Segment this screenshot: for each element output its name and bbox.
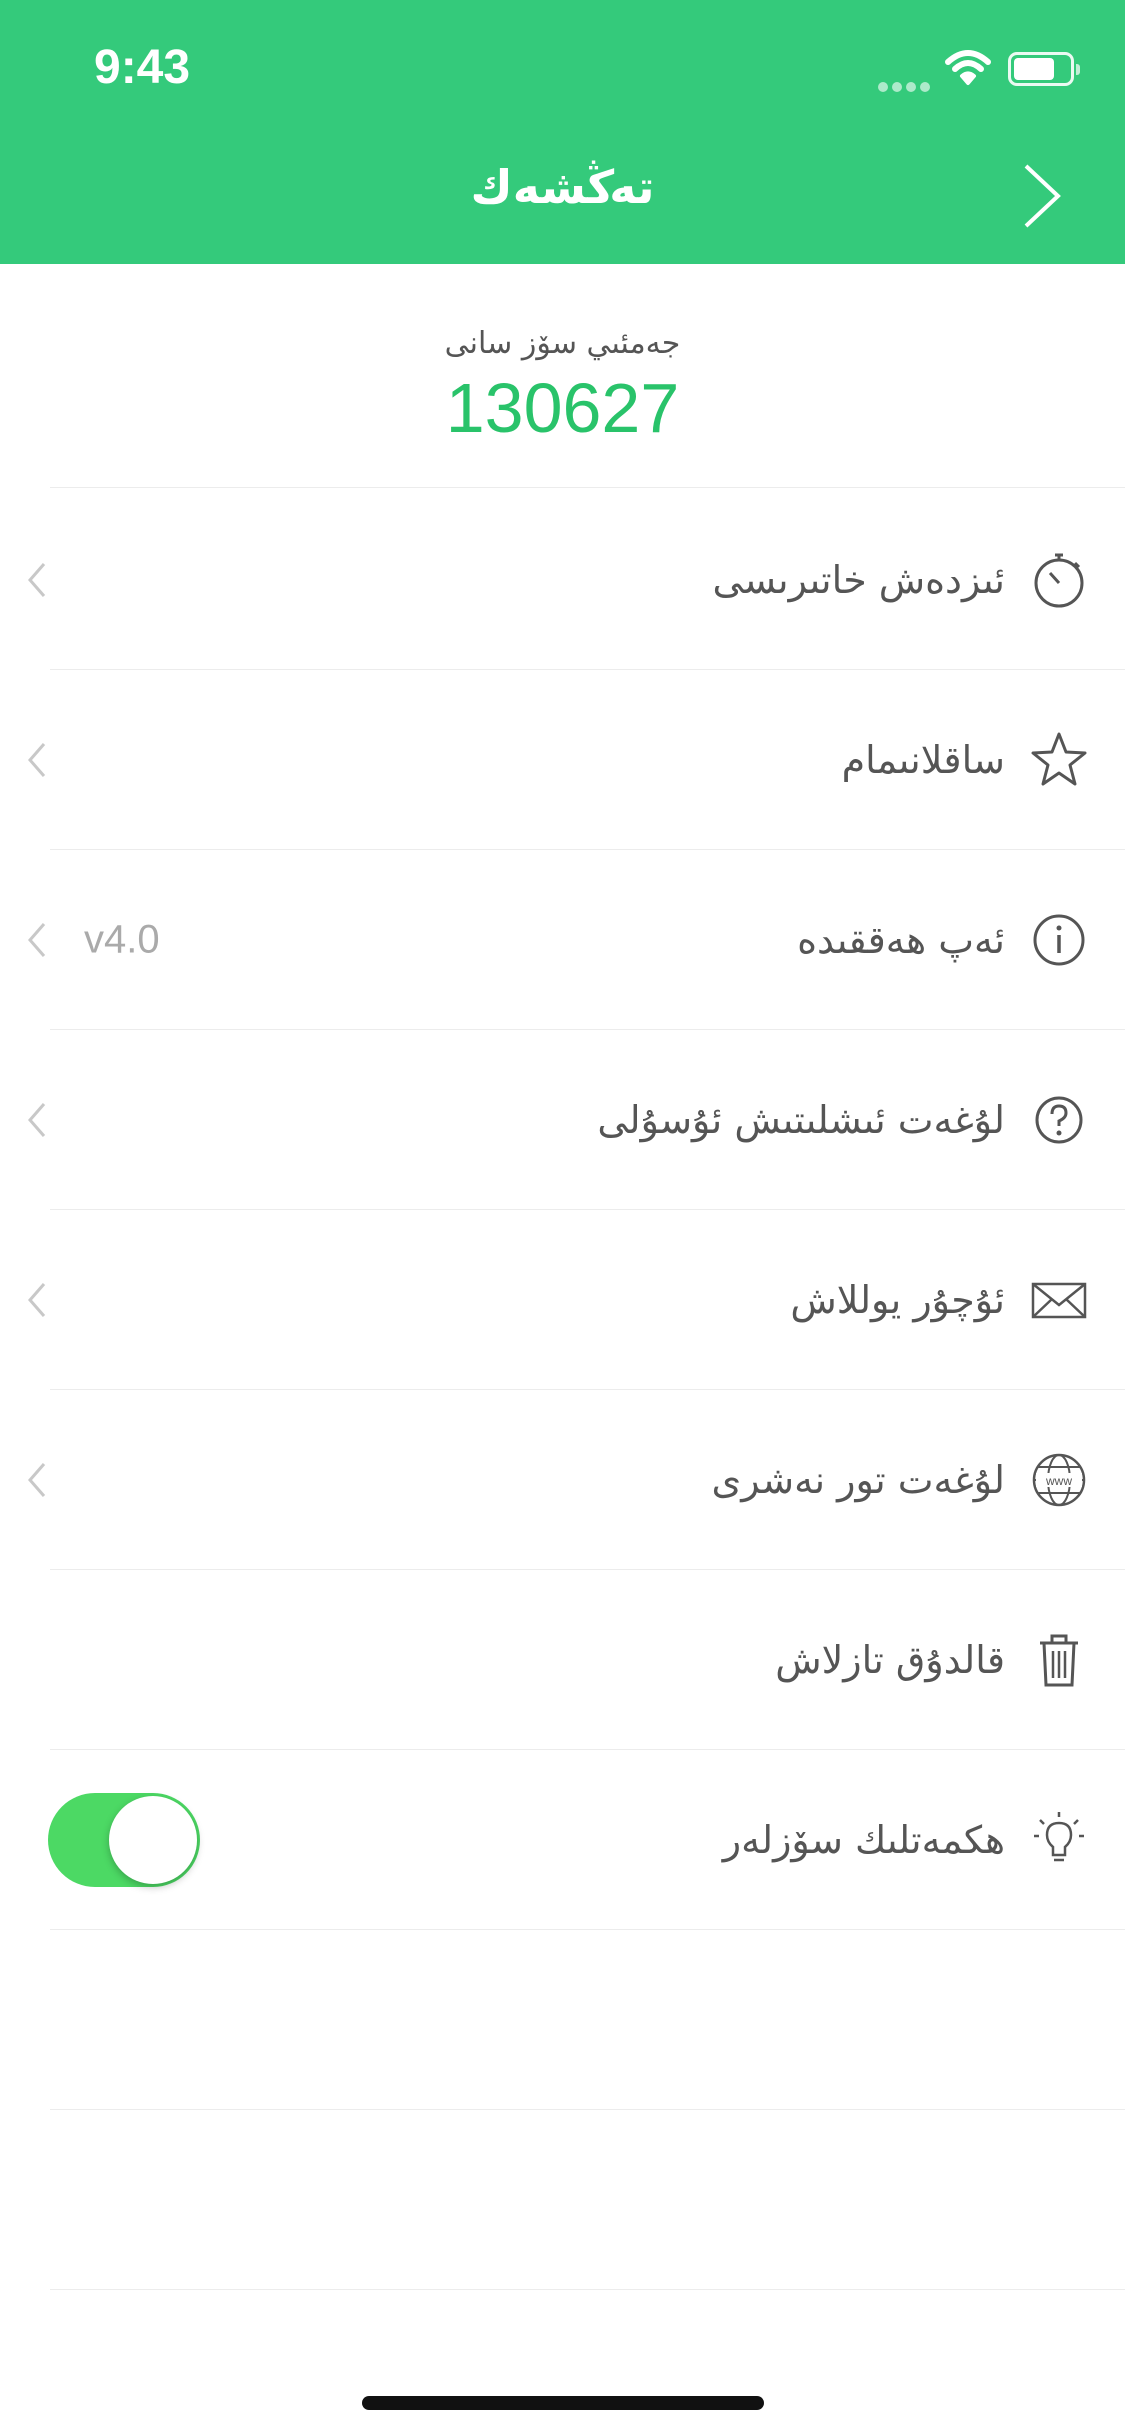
app-version: v4.0 [84,917,160,962]
menu-item-label: ساقلانىمام [841,738,1005,782]
mail-icon [1031,1282,1087,1319]
back-chevron-icon[interactable] [1016,158,1066,234]
menu-item-about[interactable]: ئەپ ھەققىدە v4.0 [0,850,1125,1030]
menu-item-label: ئىزدەش خاتىرىسى [712,558,1005,602]
trash-icon [1040,1634,1078,1687]
menu-item-favorites[interactable]: ساقلانىمام [0,670,1125,850]
menu-item-label: قالدۇق تازلاش [775,1638,1005,1682]
help-icon [1035,1096,1083,1144]
divider [50,2109,1125,2110]
menu-item-label: ھكمەتلىك سۆزلەر [722,1818,1005,1862]
toggle-knob [109,1796,197,1884]
cellular-signal-icon [878,77,934,96]
total-words-section: جەمئىي سۆز سانى 130627 [0,264,1125,488]
svg-text:www: www [1045,1474,1072,1488]
divider [50,487,1125,488]
menu-item-search-history[interactable]: ئىزدەش خاتىرىسى [0,490,1125,670]
menu-item-usage-guide[interactable]: لۇغەت ئىشلىتىش ئۇسۇلى [0,1030,1125,1210]
menu-item-label: لۇغەت ئىشلىتىش ئۇسۇلى [597,1098,1005,1142]
chevron-left-icon [28,563,46,597]
info-icon [1033,914,1085,966]
menu-item-label: لۇغەت تور نەشرى [711,1458,1005,1502]
lightbulb-icon [1034,1812,1084,1862]
battery-icon [1008,52,1080,86]
star-icon [1031,732,1087,786]
chevron-left-icon [28,1463,46,1497]
wise-sayings-toggle[interactable] [48,1793,200,1887]
menu-item-label: ئۇچۇر يوللاش [790,1278,1005,1322]
chevron-left-icon [28,1283,46,1317]
header-bar: 9:43 تەڭشەك [0,0,1125,264]
total-words-count: 130627 [445,369,680,447]
menu-item-label: ئەپ ھەققىدە [797,918,1005,962]
chevron-left-icon [28,1103,46,1137]
wifi-icon [945,50,991,85]
stopwatch-icon [1034,553,1084,608]
divider [50,1929,1125,1930]
chevron-left-icon [28,923,46,957]
menu-item-wise-sayings: ھكمەتلىك سۆزلەر [0,1750,1125,1930]
globe-icon: www [1032,1453,1086,1507]
status-time: 9:43 [94,41,191,94]
menu-item-send-message[interactable]: ئۇچۇر يوللاش [0,1210,1125,1390]
menu-item-web-edition[interactable]: www لۇغەت تور نەشرى [0,1390,1125,1570]
chevron-left-icon [28,743,46,777]
divider [50,2289,1125,2290]
total-words-label: جەمئىي سۆز سانى [444,326,681,361]
page-title: تەڭشەك [470,160,655,214]
menu-item-clear-cache[interactable]: قالدۇق تازلاش [0,1570,1125,1750]
home-indicator [362,2396,764,2410]
